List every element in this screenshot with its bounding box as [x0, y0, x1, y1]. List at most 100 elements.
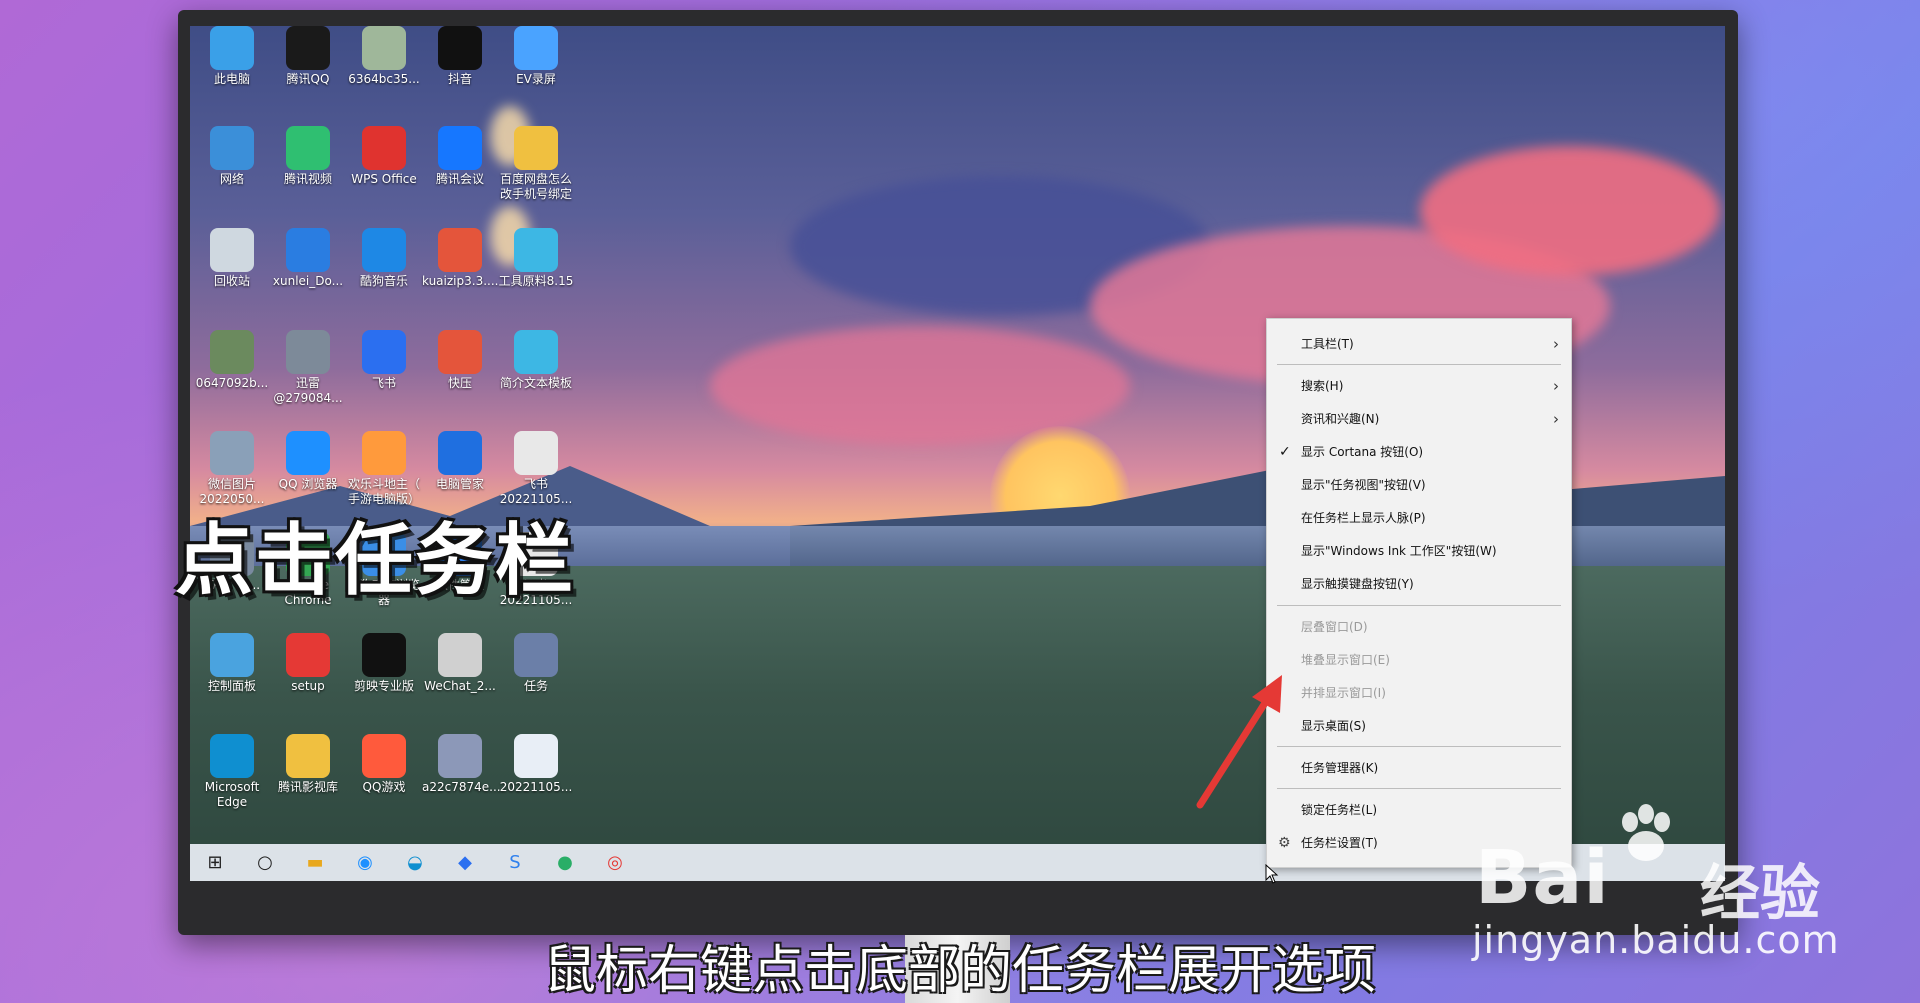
qq-browser-icon[interactable]: ◉	[340, 844, 390, 881]
menu-item[interactable]: 任务管理器(K)	[1267, 755, 1571, 781]
menu-item[interactable]: 工具栏(T) ›	[1267, 331, 1571, 357]
desktop-icon[interactable]: 工具原料8.15	[498, 228, 574, 289]
kugou-icon	[362, 228, 406, 272]
menu-item[interactable]: ✓ 显示 Cortana 按钮(O)	[1267, 439, 1571, 465]
image-file-icon	[438, 633, 482, 677]
desktop-icon[interactable]: 腾讯会议	[422, 126, 498, 187]
menu-item[interactable]: 显示"任务视图"按钮(V)	[1267, 472, 1571, 498]
control-panel-icon	[210, 633, 254, 677]
desktop-icon-label: 酷狗音乐	[359, 274, 408, 288]
desktop-icon[interactable]: 百度网盘怎么 改手机号绑定	[498, 126, 574, 202]
menu-item[interactable]: 显示桌面(S)	[1267, 713, 1571, 739]
edge-icon	[210, 734, 254, 778]
computer-icon	[210, 26, 254, 70]
desktop-icon-label: WeChat_2...	[424, 679, 496, 693]
desktop-icon[interactable]: 简介文本模板	[498, 330, 574, 391]
desktop-icon-label: 抖音	[447, 72, 472, 86]
desktop-icon[interactable]: 0647092b...	[194, 330, 270, 391]
desktop-icon[interactable]: 腾讯影视库	[270, 734, 346, 795]
menu-item-label: 任务栏设置(T)	[1301, 836, 1378, 850]
wechat-icon[interactable]: ●	[540, 844, 590, 881]
desktop-icon[interactable]: 剪映专业版	[346, 633, 422, 694]
desktop-icon[interactable]: 控制面板	[194, 633, 270, 694]
menu-item-label: 显示 Cortana 按钮(O)	[1301, 445, 1424, 459]
netease-music-icon[interactable]: ◎	[590, 844, 640, 881]
sogou-icon[interactable]: S	[490, 844, 540, 881]
menu-item[interactable]: 在任务栏上显示人脉(P)	[1267, 505, 1571, 531]
desktop-icon[interactable]: 回收站	[194, 228, 270, 289]
desktop-icon[interactable]: 欢乐斗地主（ 手游电脑版）	[346, 431, 422, 507]
desktop-icon[interactable]: 网络	[194, 126, 270, 187]
desktop-icon[interactable]: xunlei_Do...	[270, 228, 346, 289]
desktop-icon-label: 6364bc35...	[348, 72, 420, 86]
setup-icon	[286, 633, 330, 677]
cortana-search-icon-glyph: ○	[257, 852, 273, 873]
menu-item-label: 显示桌面(S)	[1301, 719, 1366, 733]
desktop-icon-label: setup	[291, 679, 325, 693]
desktop-icon[interactable]: a22c7874e...	[422, 734, 501, 795]
edge-icon-glyph: ◒	[407, 852, 423, 873]
desktop-icon[interactable]: 20221105...	[498, 734, 574, 795]
menu-item-label: 并排显示窗口(I)	[1301, 686, 1386, 700]
desktop-icon[interactable]: 6364bc35...	[346, 26, 422, 87]
text-template-icon	[514, 330, 558, 374]
menu-item[interactable]: 资讯和兴趣(N) ›	[1267, 406, 1571, 432]
desktop-icon[interactable]: 任务	[498, 633, 574, 694]
watermark-brand: Bai	[1475, 835, 1610, 921]
desktop-icon-label: 百度网盘怎么 改手机号绑定	[499, 172, 572, 201]
menu-item[interactable]: 并排显示窗口(I)	[1267, 680, 1571, 706]
menu-item[interactable]: 显示"Windows Ink 工作区"按钮(W)	[1267, 538, 1571, 564]
menu-item[interactable]: 堆叠显示窗口(E)	[1267, 647, 1571, 673]
text-template-icon	[514, 228, 558, 272]
desktop-icon-label: 控制面板	[207, 679, 256, 693]
menu-item[interactable]: 搜索(H) ›	[1267, 373, 1571, 399]
cortana-search-icon[interactable]: ○	[240, 844, 290, 881]
menu-item[interactable]: 锁定任务栏(L)	[1267, 797, 1571, 823]
desktop-icon[interactable]: 快压	[422, 330, 498, 391]
annotation-arrow	[1196, 675, 1282, 809]
desktop-icon[interactable]: EV录屏	[498, 26, 574, 87]
image-file-icon	[438, 734, 482, 778]
desktop-icon[interactable]: WeChat_2...	[422, 633, 498, 694]
windows-start-icon[interactable]: ⊞	[190, 844, 240, 881]
desktop-icon[interactable]: 微信图片 2022050...	[194, 431, 270, 507]
desktop-icon[interactable]: 迅雷 @279084...	[270, 330, 346, 406]
menu-separator	[1277, 605, 1561, 606]
desktop-icon[interactable]: 飞书 20221105...	[498, 431, 574, 507]
tencent-video-icon	[286, 126, 330, 170]
desktop-icon-label: WPS Office	[351, 172, 417, 186]
menu-item[interactable]: 层叠窗口(D)	[1267, 614, 1571, 640]
desktop-icon[interactable]: 电脑管家	[422, 431, 498, 492]
desktop-icon[interactable]: kuaizip3.3....	[422, 228, 498, 289]
feishu-icon[interactable]: ◆	[440, 844, 490, 881]
menu-item-label: 堆叠显示窗口(E)	[1301, 653, 1390, 667]
desktop-icon[interactable]: 抖音	[422, 26, 498, 87]
menu-separator	[1277, 364, 1561, 365]
watermark-url: jingyan.baidu.com	[1472, 918, 1840, 962]
desktop-icon[interactable]: 酷狗音乐	[346, 228, 422, 289]
archive-icon	[438, 228, 482, 272]
desktop-icon[interactable]: 腾讯QQ	[270, 26, 346, 87]
recycle-bin-icon	[210, 228, 254, 272]
desktop-icon[interactable]: QQ 浏览器	[270, 431, 346, 492]
desktop-icon[interactable]: 此电脑	[194, 26, 270, 87]
document-icon	[514, 431, 558, 475]
desktop-icon[interactable]: Microsoft Edge	[194, 734, 270, 810]
desktop-icon-label: 剪映专业版	[353, 679, 414, 693]
desktop-icon-label: 飞书	[371, 376, 396, 390]
desktop-icon-label: kuaizip3.3....	[422, 274, 499, 288]
menu-item[interactable]: 显示触摸键盘按钮(Y)	[1267, 571, 1571, 597]
desktop-icon[interactable]: 飞书	[346, 330, 422, 391]
desktop-icon-label: 20221105...	[499, 780, 573, 794]
video-file-icon	[514, 734, 558, 778]
overlay-title: 点击任务栏	[175, 516, 576, 606]
desktop-icon[interactable]: setup	[270, 633, 346, 694]
desktop-icon[interactable]: QQ游戏	[346, 734, 422, 795]
file-explorer-icon[interactable]: ▬	[290, 844, 340, 881]
edge-icon[interactable]: ◒	[390, 844, 440, 881]
desktop-icon[interactable]: 腾讯视频	[270, 126, 346, 187]
kuaiya-icon	[438, 330, 482, 374]
douyin-icon	[438, 26, 482, 70]
netease-music-icon-glyph: ◎	[607, 852, 623, 873]
desktop-icon[interactable]: WPS Office	[346, 126, 422, 187]
